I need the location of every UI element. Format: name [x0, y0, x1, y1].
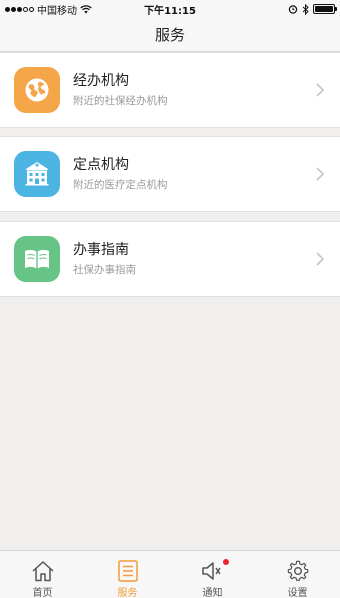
chevron-right-icon — [306, 252, 334, 266]
tab-label: 首页 — [32, 588, 53, 598]
tab-notifications[interactable]: 通知 — [170, 551, 255, 598]
card-title: 经办机构 — [73, 73, 129, 89]
card-text: 办事指南 社保办事指南 — [73, 240, 306, 278]
tab-label: 设置 — [287, 588, 308, 598]
card-subtitle: 附近的社保经办机构 — [73, 95, 168, 107]
card-icon-bg — [14, 67, 60, 113]
tab-services[interactable]: 服务 — [85, 551, 170, 598]
card-subtitle: 社保办事指南 — [73, 264, 136, 276]
service-card-guide[interactable]: 办事指南 社保办事指南 — [0, 221, 340, 297]
service-card-agency[interactable]: 经办机构 附近的社保经办机构 — [0, 52, 340, 128]
bluetooth-icon — [302, 3, 309, 15]
tab-label: 服务 — [117, 588, 138, 598]
tab-settings[interactable]: 设置 — [255, 551, 340, 598]
card-title: 办事指南 — [73, 242, 129, 258]
notification-badge — [222, 559, 229, 565]
status-right — [288, 3, 337, 15]
card-subtitle: 附近的医疗定点机构 — [73, 179, 168, 191]
book-icon — [25, 249, 49, 269]
signal-strength-icon — [5, 6, 34, 12]
card-icon-bg — [14, 151, 60, 197]
tab-home[interactable]: 首页 — [0, 551, 85, 598]
chevron-right-icon — [306, 167, 334, 181]
status-bar: 中国移动 下午11:15 — [0, 0, 340, 18]
chevron-right-icon — [306, 83, 334, 97]
service-card-designated[interactable]: 定点机构 附近的医疗定点机构 — [0, 136, 340, 212]
nav-bar: 服务 — [0, 18, 340, 52]
page-title: 服务 — [154, 26, 185, 44]
battery-icon — [313, 4, 337, 14]
card-text: 定点机构 附近的医疗定点机构 — [73, 155, 306, 193]
globe-icon — [25, 78, 49, 102]
tab-bar: 首页 服务 通知 设置 — [0, 550, 340, 598]
battery-level — [315, 6, 333, 12]
card-icon-bg — [14, 236, 60, 282]
list-icon — [117, 560, 138, 582]
status-left: 中国移动 — [5, 2, 92, 17]
card-title: 定点机构 — [73, 157, 129, 173]
carrier-name: 中国移动 — [37, 5, 77, 17]
hospital-icon — [25, 162, 49, 186]
wifi-icon — [80, 4, 92, 13]
card-text: 经办机构 附近的社保经办机构 — [73, 71, 306, 109]
home-icon — [31, 560, 55, 582]
speaker-icon — [201, 559, 229, 582]
tab-label: 通知 — [202, 588, 223, 598]
gear-icon — [287, 560, 309, 582]
alarm-icon — [288, 5, 298, 14]
